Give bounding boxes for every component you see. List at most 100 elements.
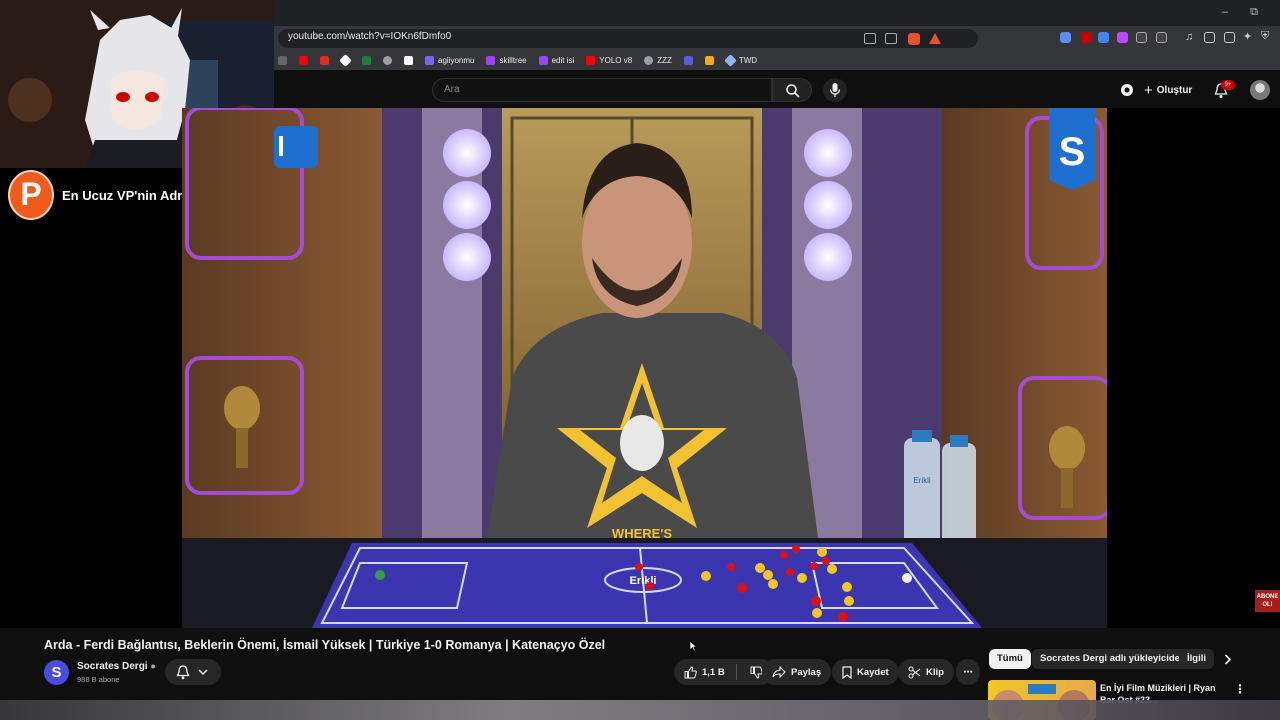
notes-icon [704, 55, 714, 65]
thumbs-down-icon[interactable] [750, 666, 763, 679]
channel-avatar[interactable]: S [44, 660, 69, 685]
like-divider [735, 664, 737, 680]
thumbs-up-icon [684, 665, 697, 678]
extension-audio-icon[interactable] [1060, 32, 1071, 43]
bookmark-label: agiiyonmu [438, 55, 475, 65]
brave-shield-icon[interactable] [908, 33, 920, 45]
save-button[interactable]: Kaydet [832, 659, 899, 685]
share-icon [772, 666, 786, 678]
video-player[interactable]: WHERE'S Erikli Erikli S [182, 108, 1107, 628]
bookmark-yolo-v8[interactable]: YOLO v8 [586, 55, 632, 65]
bookmark-item[interactable] [362, 55, 371, 65]
twitch-icon [683, 55, 693, 65]
like-count: 1,1 B [702, 666, 725, 678]
amazon-icon [404, 55, 413, 65]
more-actions-button[interactable]: ⋯ [956, 659, 980, 685]
youtube-icon [586, 55, 596, 65]
upload-video-icon[interactable] [1119, 82, 1135, 98]
bookmark-item[interactable] [299, 55, 308, 65]
extension-purple-icon[interactable] [1117, 32, 1128, 43]
bookmark-icon [538, 55, 548, 65]
create-button[interactable]: + Oluştur [1144, 82, 1192, 99]
search-input[interactable]: Ara [432, 78, 772, 102]
microphone-icon [829, 83, 841, 97]
minimize-button[interactable]: – [1215, 4, 1235, 20]
youtube-icon [299, 55, 308, 65]
more-icon: ⋯ [963, 666, 973, 678]
verified-icon: ● [150, 661, 156, 671]
bookmark-agiiyonmu[interactable]: agiiyonmu [425, 55, 475, 65]
extension-translate-icon[interactable] [1098, 32, 1109, 43]
plus-icon: + [1144, 82, 1153, 99]
extension-record-icon[interactable] [1081, 32, 1092, 43]
cast-icon[interactable] [864, 33, 876, 44]
bottle-label: Erikli [913, 476, 931, 485]
chevron-right-icon[interactable] [1224, 654, 1232, 665]
bookmark-icon [486, 55, 496, 65]
like-button[interactable]: 1,1 B [674, 659, 773, 685]
subscribe-overlay-button[interactable]: ABONE OL! [1255, 590, 1280, 612]
mouse-cursor-icon [689, 640, 697, 652]
bookmark-edit-isi[interactable]: edit isi [538, 55, 575, 65]
shield-icon[interactable]: ⛨ [1261, 30, 1269, 43]
video-frame: WHERE'S Erikli Erikli S [182, 108, 1107, 628]
left-letterbox [0, 224, 182, 630]
clip-button[interactable]: Klip [898, 659, 954, 685]
reading-list-icon[interactable] [1224, 32, 1235, 43]
channel-name[interactable]: Socrates Dergi [77, 661, 148, 672]
recommended-menu-icon[interactable]: ⋮ [1234, 682, 1246, 696]
sparkle-icon[interactable]: ✦ [1243, 30, 1252, 43]
chevron-down-icon [198, 669, 208, 676]
chip-all[interactable]: Tümü [989, 649, 1031, 669]
channel-watermark: S [1059, 130, 1086, 174]
bookmark-item[interactable] [278, 55, 287, 65]
create-label: Oluştur [1156, 85, 1193, 96]
bookmark-label: edit isi [551, 55, 575, 65]
desktop-taskbar [0, 700, 1280, 720]
bookmark-icon [425, 55, 434, 65]
vpn-logo-letter: P [20, 176, 42, 212]
search-placeholder: Ara [444, 84, 460, 95]
chip-from-uploader[interactable]: Socrates Dergi adlı yükleyiciden [1032, 649, 1194, 669]
extension-box-icon[interactable] [1156, 32, 1167, 43]
extension-grid-icon[interactable] [1136, 32, 1147, 43]
address-bar-row: youtube.com/watch?v=IOKn6fDmfo0 ♫ ✦ ⛨ [274, 26, 1280, 50]
bookmark-label: skilltree [499, 55, 527, 65]
notification-badge: 9+ [1221, 80, 1235, 90]
rewards-icon[interactable] [929, 33, 941, 44]
bookmark-item[interactable] [383, 55, 392, 65]
bookmark-item[interactable] [704, 55, 714, 65]
bookmark-item[interactable] [404, 55, 413, 65]
chip-related[interactable]: İlgili [1179, 649, 1214, 669]
share-icon[interactable] [885, 33, 897, 44]
subscription-bell-button[interactable] [165, 659, 221, 685]
globe-icon [383, 55, 392, 65]
bookmark-skilltree[interactable]: skilltree [486, 55, 527, 65]
globe-icon [644, 55, 654, 65]
address-bar[interactable]: youtube.com/watch?v=IOKn6fDmfo0 [278, 29, 978, 48]
bookmark-zzz[interactable]: ZZZ [644, 55, 672, 65]
bookmark-item[interactable] [320, 55, 329, 65]
search-button[interactable] [772, 78, 812, 102]
share-button[interactable]: Paylaş [762, 659, 832, 685]
bookmark-icon [842, 665, 852, 679]
scissors-icon [908, 666, 921, 678]
restore-button[interactable]: ⧉ [1244, 4, 1264, 20]
bookmark-item[interactable] [683, 55, 693, 65]
voice-search-button[interactable] [823, 78, 847, 102]
account-avatar[interactable] [1250, 80, 1270, 100]
channel-name-row[interactable]: Socrates Dergi ● [77, 661, 156, 672]
right-letterbox [1107, 108, 1280, 628]
subscriber-count: 988 B abone [77, 675, 120, 684]
folder-icon [278, 55, 287, 65]
save-label: Kaydet [857, 666, 889, 678]
video-title: Arda - Ferdi Bağlantısı, Beklerin Önemi,… [44, 638, 606, 652]
sidebar-icon[interactable] [1204, 32, 1215, 43]
url-text[interactable]: youtube.com/watch?v=IOKn6fDmfo0 [288, 31, 451, 42]
bookmarks-bar: agiiyonmu skilltree edit isi YOLO v8 ZZZ… [274, 50, 1280, 70]
bookmark-twd[interactable]: TWD [723, 53, 757, 67]
music-icon[interactable]: ♫ [1185, 31, 1193, 43]
youtube-header: Ara + Oluştur 9+ [274, 72, 1280, 108]
bookmark-item[interactable] [339, 53, 352, 67]
bookmark-label: ZZZ [657, 55, 672, 65]
